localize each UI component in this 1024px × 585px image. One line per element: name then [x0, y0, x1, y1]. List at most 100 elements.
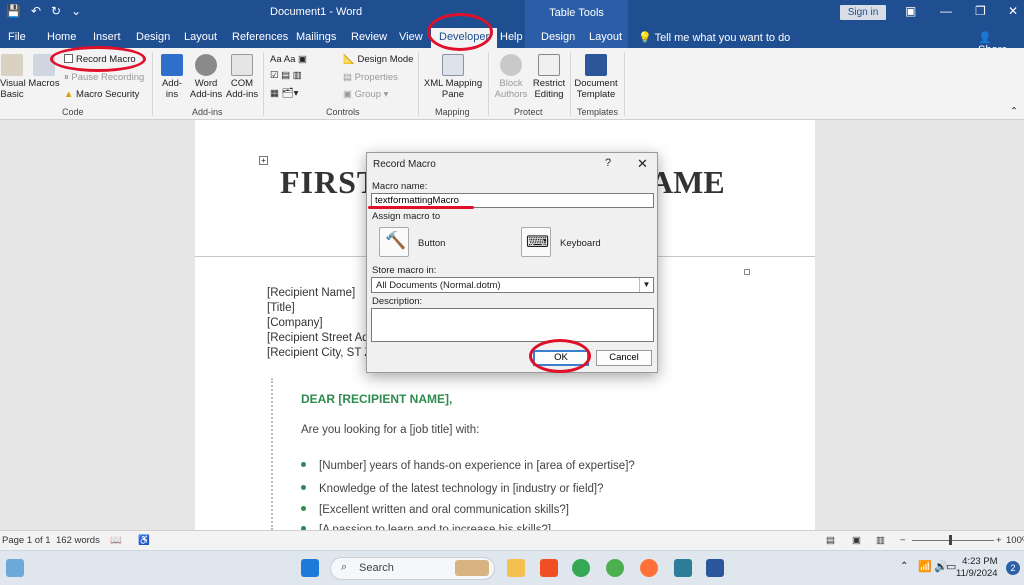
block-authors-button[interactable]: Block Authors: [492, 54, 530, 100]
restrict-editing-button[interactable]: Restrict Editing: [530, 54, 568, 100]
close-icon[interactable]: ✕: [637, 156, 648, 172]
salutation: DEAR [RECIPIENT NAME],: [301, 392, 453, 406]
assign-button-button[interactable]: 🔨: [379, 227, 409, 257]
dialog-title: Record Macro: [373, 159, 436, 170]
quick-access-toolbar: 💾 ↶ ↻ ⌄: [6, 4, 81, 18]
brave-browser-icon[interactable]: [540, 559, 558, 577]
tab-help[interactable]: Help: [500, 31, 523, 43]
cancel-button[interactable]: Cancel: [596, 350, 652, 366]
pause-recording-button[interactable]: ⏸ Pause Recording: [64, 72, 144, 83]
addins-button[interactable]: Add- ins: [158, 54, 186, 100]
word-addins-button[interactable]: Word Add-ins: [188, 54, 224, 100]
assign-keyboard-button[interactable]: ⌨: [521, 227, 551, 257]
tab-insert[interactable]: Insert: [93, 31, 121, 43]
sign-in-button[interactable]: Sign in: [840, 5, 886, 20]
tab-review[interactable]: Review: [351, 31, 387, 43]
tab-view[interactable]: View: [399, 31, 423, 43]
customize-qat-icon[interactable]: ⌄: [71, 4, 81, 18]
zoom-level[interactable]: 100%: [1006, 535, 1024, 546]
group-label: Group: [354, 89, 382, 100]
taskbar-search[interactable]: ⌕ Search: [330, 557, 495, 580]
description-textarea[interactable]: [371, 308, 654, 342]
accessibility-icon[interactable]: ♿: [138, 535, 150, 546]
redo-icon[interactable]: ↻: [51, 4, 61, 18]
tab-table-layout[interactable]: Layout: [589, 31, 622, 43]
tab-file[interactable]: File: [8, 31, 26, 43]
store-macro-value: All Documents (Normal.dotm): [376, 280, 501, 291]
group-button[interactable]: ▣ Group ▾: [343, 89, 388, 100]
zoom-in-icon[interactable]: +: [996, 535, 1002, 546]
zoom-out-icon[interactable]: −: [900, 535, 906, 546]
document-template-label: Document Template: [574, 78, 618, 100]
notepad-icon[interactable]: [674, 559, 692, 577]
wifi-icon[interactable]: 📶: [918, 560, 932, 573]
notification-badge[interactable]: 2: [1006, 561, 1020, 575]
properties-button[interactable]: ▤ Properties: [343, 72, 398, 83]
read-mode-icon[interactable]: ▤: [826, 535, 835, 546]
zoom-slider-thumb[interactable]: [949, 535, 952, 545]
com-addins-button[interactable]: COM Add-ins: [224, 54, 260, 100]
minimize-icon[interactable]: —: [940, 4, 952, 18]
collapse-ribbon-icon[interactable]: ⌃: [1010, 106, 1018, 117]
macros-label: Macros: [28, 78, 60, 89]
properties-icon: ▤: [343, 72, 352, 83]
chrome-profile-icon[interactable]: [606, 559, 624, 577]
ribbon-tabs: File Home Insert Design Layout Reference…: [0, 26, 1024, 56]
word-taskbar-icon[interactable]: [706, 559, 724, 577]
text-control-icons[interactable]: Aa Aa ▣: [270, 54, 307, 65]
chevron-down-icon: ▾: [383, 89, 389, 100]
checkbox-control-icons[interactable]: ☑ ▤ ▥: [270, 70, 302, 81]
xml-mapping-icon: [442, 54, 464, 76]
document-template-button[interactable]: Document Template: [573, 54, 619, 100]
word-count[interactable]: 162 words: [56, 535, 100, 546]
battery-icon[interactable]: ▭: [946, 560, 956, 573]
chrome-icon[interactable]: [572, 559, 590, 577]
design-mode-label: Design Mode: [357, 54, 414, 65]
close-window-icon[interactable]: ✕: [1008, 4, 1018, 18]
web-layout-icon[interactable]: ▥: [876, 535, 885, 546]
restore-icon[interactable]: ❐: [975, 4, 986, 18]
undo-icon[interactable]: ↶: [31, 4, 41, 18]
lightbulb-icon: 💡: [638, 32, 652, 44]
xml-mapping-pane-button[interactable]: XML Mapping Pane: [422, 54, 484, 100]
group-separator: [570, 52, 571, 116]
ribbon-display-icon[interactable]: ▣: [905, 4, 916, 18]
pause-recording-label: Pause Recording: [71, 72, 145, 83]
tab-references[interactable]: References: [232, 31, 288, 43]
chevron-up-icon[interactable]: ⌃: [900, 561, 908, 572]
status-bar: Page 1 of 1 162 words 📖 ♿ ▤ ▣ ▥ − + 100%: [0, 530, 1024, 550]
design-mode-button[interactable]: 📐 Design Mode: [343, 54, 413, 65]
legacy-tools-icons[interactable]: ▦ 🗂▾: [270, 88, 298, 99]
list-item-text: [Excellent written and oral communicatio…: [319, 504, 569, 516]
tab-mailings[interactable]: Mailings: [296, 31, 336, 43]
tab-layout[interactable]: Layout: [184, 31, 217, 43]
tab-table-design[interactable]: Design: [541, 31, 575, 43]
table-move-handle-icon[interactable]: +: [259, 156, 268, 165]
tell-me-search[interactable]: 💡 Tell me what you want to do: [638, 31, 790, 44]
widgets-icon[interactable]: [6, 559, 24, 577]
system-clock[interactable]: 4:23 PM 11/9/2024: [956, 556, 998, 580]
page-count[interactable]: Page 1 of 1: [2, 535, 51, 546]
visual-basic-button[interactable]: Visual Basic: [0, 54, 26, 100]
print-layout-icon[interactable]: ▣: [852, 535, 861, 546]
group-separator: [152, 52, 153, 116]
file-explorer-icon[interactable]: [507, 559, 525, 577]
tab-home[interactable]: Home: [47, 31, 76, 43]
macro-security-button[interactable]: ▲ Macro Security: [64, 89, 139, 100]
group-separator: [488, 52, 489, 116]
word-addins-label: Word Add-ins: [189, 78, 223, 100]
start-icon[interactable]: [301, 559, 319, 577]
proofing-icon[interactable]: 📖: [110, 535, 122, 546]
picture-control-icon: ▣: [298, 54, 307, 65]
help-icon[interactable]: ?: [605, 157, 611, 169]
search-highlight-icon: [455, 560, 489, 576]
chevron-down-icon[interactable]: ▼: [639, 278, 653, 292]
firefox-icon[interactable]: [640, 559, 658, 577]
description-label: Description:: [372, 296, 423, 307]
zoom-slider[interactable]: [912, 540, 994, 541]
save-icon[interactable]: 💾: [6, 4, 21, 18]
store-macro-select[interactable]: All Documents (Normal.dotm) ▼: [371, 277, 654, 293]
tab-design[interactable]: Design: [136, 31, 170, 43]
table-resize-handle-icon[interactable]: [744, 269, 750, 275]
com-addins-icon: [231, 54, 253, 76]
